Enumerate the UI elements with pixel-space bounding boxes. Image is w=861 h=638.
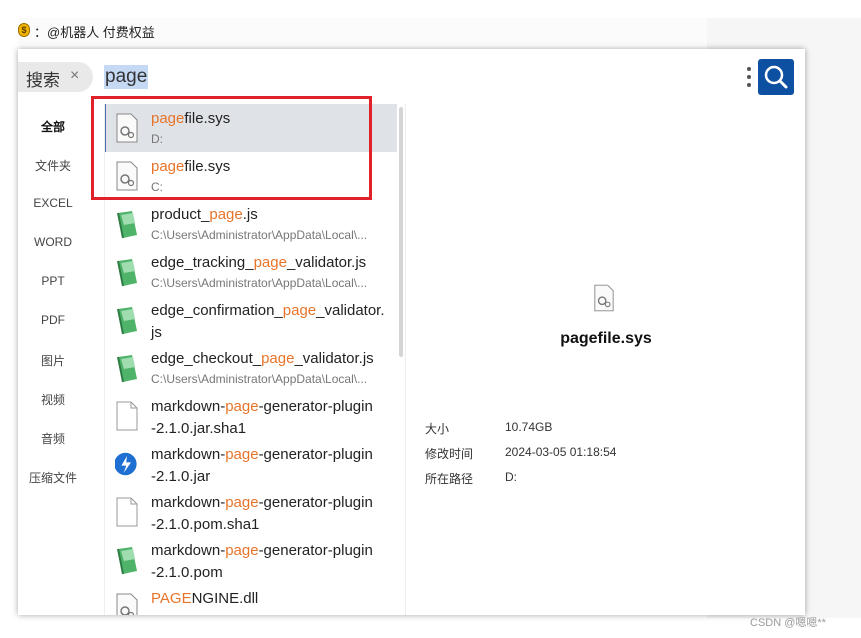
result-name-continued: -2.1.0.jar — [151, 468, 211, 485]
watermark: CSDN @嗯嗯** — [750, 617, 826, 629]
results-scrollbar[interactable] — [399, 107, 403, 357]
system-file-icon — [594, 284, 614, 312]
result-row[interactable]: edge_tracking_page_validator.js C:\Users… — [105, 248, 397, 296]
category-ppt[interactable]: PPT — [18, 274, 88, 288]
category-folder[interactable]: 文件夹 — [18, 157, 88, 174]
result-name-continued: -2.1.0.pom — [151, 564, 223, 581]
detail-title: pagefile.sys — [560, 330, 652, 347]
result-path: C:\Users\Administrator\AppData\Local\... — [151, 228, 368, 242]
result-name: product_page.js — [151, 206, 258, 223]
coin-icon: $ — [18, 23, 30, 37]
result-name: markdown-page-generator-plugin — [151, 494, 373, 511]
result-row[interactable]: edge_checkout_page_validator.js C:\Users… — [105, 344, 397, 392]
result-name: markdown-page-generator-plugin — [151, 398, 373, 415]
result-row[interactable]: markdown-page-generator-plugin -2.1.0.ja… — [105, 392, 397, 440]
category-excel[interactable]: EXCEL — [18, 196, 88, 210]
result-name-continued: -2.1.0.pom.sha1 — [151, 516, 260, 533]
js-file-icon — [117, 547, 137, 575]
system-file-icon — [116, 593, 138, 615]
more-options-icon[interactable] — [746, 65, 752, 89]
js-file-icon — [117, 259, 137, 287]
search-icon — [764, 65, 788, 89]
result-name: edge_tracking_page_validator.js — [151, 254, 367, 271]
result-path: C:\Users\Administrator\AppData\Local\... — [151, 276, 368, 290]
result-name: edge_confirmation_page_validator. — [151, 302, 385, 319]
result-name: markdown-page-generator-plugin — [151, 446, 373, 463]
search-button[interactable] — [758, 59, 794, 95]
result-row[interactable]: product_page.js C:\Users\Administrator\A… — [105, 200, 397, 248]
result-name: PAGENGINE.dll — [151, 590, 259, 607]
js-file-icon — [117, 355, 137, 383]
blank-file-icon — [116, 497, 138, 527]
detail-value: 2024-03-05 01:18:54 — [505, 445, 617, 459]
result-name: markdown-page-generator-plugin — [151, 542, 373, 559]
category-archive[interactable]: 压缩文件 — [18, 469, 88, 486]
js-file-icon — [117, 307, 137, 335]
category-video[interactable]: 视频 — [18, 391, 88, 408]
category-audio[interactable]: 音频 — [18, 430, 88, 447]
notice-text: ：@机器人 付费权益 — [34, 25, 155, 40]
search-input[interactable]: page — [104, 65, 149, 89]
category-pdf[interactable]: PDF — [18, 313, 88, 327]
result-name-continued: -2.1.0.jar.sha1 — [151, 420, 247, 437]
search-scope-chip[interactable]: 搜索 × — [18, 62, 93, 92]
detail-label: 所在路径 — [425, 472, 474, 486]
detail-value: 10.74GB — [505, 420, 553, 434]
close-icon[interactable]: × — [70, 67, 79, 85]
detail-label: 大小 — [425, 422, 450, 436]
jar-file-icon — [115, 452, 137, 476]
result-row[interactable]: PAGENGINE.dll — [105, 584, 397, 615]
result-row[interactable]: edge_confirmation_page_validator. js — [105, 296, 397, 344]
result-row[interactable]: markdown-page-generator-plugin -2.1.0.po… — [105, 488, 397, 536]
result-row[interactable]: markdown-page-generator-plugin -2.1.0.ja… — [105, 440, 397, 488]
highlight-callout — [91, 96, 372, 200]
search-scope-label: 搜索 — [26, 71, 60, 90]
detail-label: 修改时间 — [425, 447, 474, 461]
result-name-continued: js — [151, 324, 162, 341]
category-word[interactable]: WORD — [18, 235, 88, 249]
result-path: C:\Users\Administrator\AppData\Local\... — [151, 372, 368, 386]
result-name: edge_checkout_page_validator.js — [151, 350, 374, 367]
category-image[interactable]: 图片 — [18, 352, 88, 369]
result-row[interactable]: markdown-page-generator-plugin -2.1.0.po… — [105, 536, 397, 584]
category-all[interactable]: 全部 — [18, 118, 88, 135]
detail-value: D: — [505, 470, 517, 484]
js-file-icon — [117, 211, 137, 239]
detail-pane: pagefile.sys 大小 10.74GB 修改时间 2024-03-05 … — [405, 104, 805, 615]
blank-file-icon — [116, 401, 138, 431]
